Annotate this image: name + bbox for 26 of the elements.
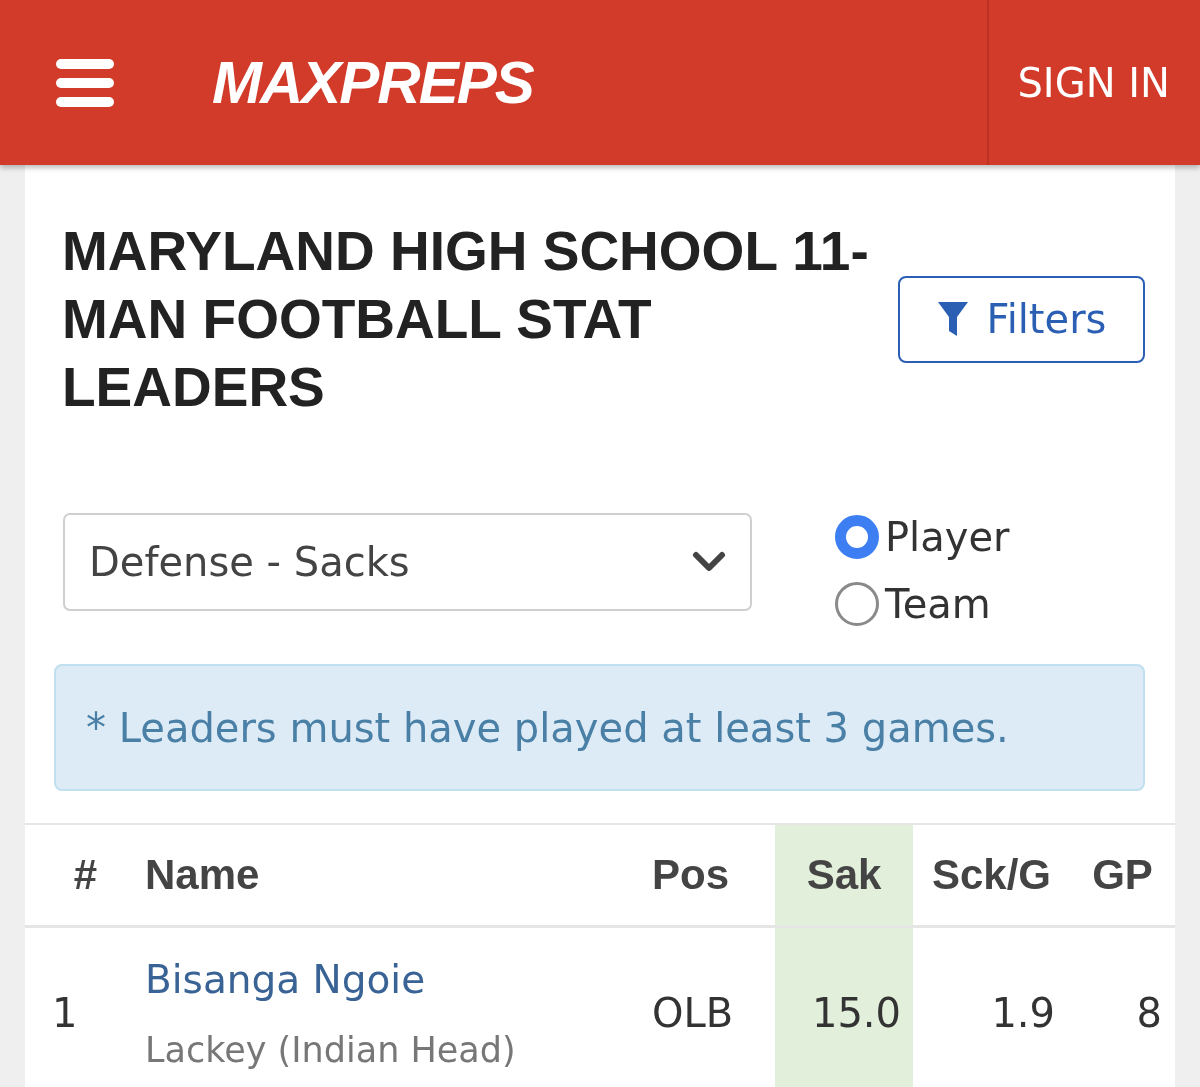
table-cell-text: OLB (651, 989, 735, 1038)
table-cell: 15.0 (775, 928, 913, 1087)
column-header[interactable]: Sak (775, 825, 913, 925)
notice-banner: * Leaders must have played at least 3 games. (54, 664, 1145, 791)
logo[interactable]: MAXPREPS (212, 52, 533, 113)
column-header[interactable]: Sck/G (913, 825, 1070, 925)
table-cell-text: 8 (1135, 989, 1163, 1038)
school-name: Lackey (Indian Head) (145, 1029, 516, 1072)
filters-button[interactable]: Filters (898, 275, 1145, 363)
table-cell-text: 1.9 (990, 989, 1056, 1038)
stat-dropdown[interactable]: Defense - Sacks (63, 513, 752, 611)
column-header[interactable]: # (25, 825, 125, 925)
radio-label[interactable]: Player (885, 513, 1010, 560)
sign-in-button[interactable]: SIGN IN (989, 59, 1200, 106)
column-header[interactable]: Name (125, 825, 640, 925)
table-cell-text: 1 (51, 989, 79, 1038)
radio-label[interactable]: Team (885, 580, 991, 627)
column-header[interactable]: GP (1070, 825, 1175, 925)
radio-button[interactable] (835, 581, 879, 626)
radio-button[interactable] (835, 514, 879, 559)
column-header[interactable]: Pos (640, 825, 775, 925)
chevron-down-icon (692, 550, 726, 574)
filter-icon (936, 301, 969, 337)
menu-icon[interactable] (56, 58, 114, 107)
page-title: MARYLAND HIGH SCHOOL 11-MAN FOOTBALL STAT LEADERS (62, 219, 870, 420)
player-name-link[interactable]: Bisanga Ngoie (145, 950, 426, 1010)
